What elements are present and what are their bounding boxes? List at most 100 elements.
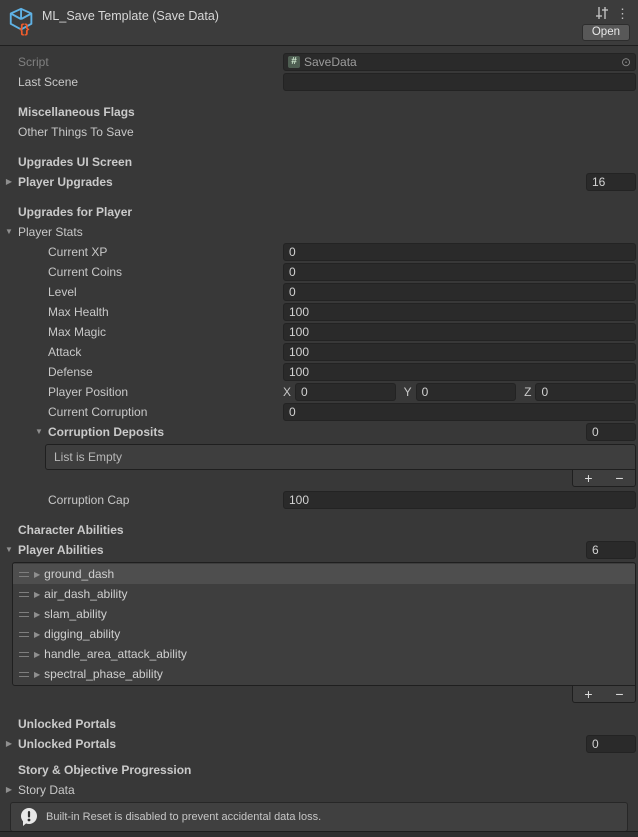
upgrades-for-player-header-row: Upgrades for Player [0,202,638,222]
last-scene-input[interactable] [283,73,636,91]
player-position-row: Player Position X Y Z [0,382,638,402]
level-label: Level [0,285,283,299]
unlocked-portals-header: Unlocked Portals [0,717,283,731]
position-y-input[interactable] [416,383,517,401]
list-item-slam[interactable]: ▶ slam_ability [13,604,635,624]
foldout-arrow-icon[interactable]: ▶ [34,650,40,659]
script-label: Script [0,55,283,69]
drag-handle-icon[interactable] [19,672,29,677]
presets-icon[interactable] [595,6,609,20]
unlocked-portals-header-row: Unlocked Portals [0,714,638,734]
max-health-input[interactable] [283,303,636,321]
current-xp-input[interactable] [283,243,636,261]
unlocked-portals-size-input[interactable] [586,735,636,753]
drag-handle-icon[interactable] [19,612,29,617]
max-magic-label: Max Magic [0,325,283,339]
upgrades-ui-header-row: Upgrades UI Screen [0,152,638,172]
attack-label: Attack [0,345,283,359]
character-abilities-header-row: Character Abilities [0,520,638,540]
list-item-spectral-phase[interactable]: ▶ spectral_phase_ability [13,664,635,684]
position-x-input[interactable] [295,383,396,401]
player-abilities-list: ▶ ground_dash ▶ air_dash_ability ▶ slam_… [12,562,636,686]
drag-handle-icon[interactable] [19,592,29,597]
current-corruption-label: Current Corruption [0,405,283,419]
max-magic-input[interactable] [283,323,636,341]
story-header-row: Story & Objective Progression [0,760,638,780]
player-abilities-foldout-row[interactable]: Player Abilities [0,540,638,560]
drag-handle-icon[interactable] [19,652,29,657]
ability-name: spectral_phase_ability [44,667,163,681]
csharp-script-icon: # [288,56,300,68]
object-picker-icon[interactable]: ⊙ [621,56,631,68]
foldout-arrow-icon[interactable] [3,546,15,554]
defense-row: Defense [0,362,638,382]
ability-name: slam_ability [44,607,107,621]
foldout-arrow-icon[interactable] [3,178,15,186]
foldout-arrow-icon[interactable]: ▶ [34,590,40,599]
misc-flags-header-row: Miscellaneous Flags [0,102,638,122]
player-position-label: Player Position [0,385,283,399]
list-item-handle-area-attack[interactable]: ▶ handle_area_attack_ability [13,644,635,664]
position-z-input[interactable] [535,383,636,401]
axis-x-label: X [283,385,295,399]
current-coins-input[interactable] [283,263,636,281]
asset-title: ML_Save Template (Save Data) [42,9,219,23]
list-empty-text: List is Empty [46,450,122,464]
corruption-deposits-row[interactable]: Corruption Deposits [0,422,638,442]
axis-z-label: Z [524,385,535,399]
drag-handle-icon[interactable] [19,632,29,637]
foldout-arrow-icon[interactable]: ▶ [34,570,40,579]
defense-input[interactable] [283,363,636,381]
level-input[interactable] [283,283,636,301]
upgrades-ui-header: Upgrades UI Screen [0,155,283,169]
corruption-cap-label: Corruption Cap [0,493,283,507]
foldout-arrow-icon[interactable] [3,228,15,236]
story-data-foldout-row[interactable]: Story Data [0,780,638,800]
player-abilities-size-input[interactable] [586,541,636,559]
unlocked-portals-foldout-row[interactable]: Unlocked Portals [0,734,638,754]
misc-flags-header: Miscellaneous Flags [0,105,283,119]
character-abilities-header: Character Abilities [0,523,283,537]
player-upgrades-row[interactable]: Player Upgrades [0,172,638,192]
foldout-arrow-icon[interactable]: ▶ [34,630,40,639]
open-button[interactable]: Open [582,24,630,41]
foldout-arrow-icon[interactable] [3,786,15,794]
helpbox: Built-in Reset is disabled to prevent ac… [10,802,628,832]
corruption-cap-input[interactable] [283,491,636,509]
list-remove-button[interactable]: − [607,471,633,485]
inspector-body: Script # SaveData ⊙ Last Scene Miscellan… [0,46,638,832]
foldout-arrow-icon[interactable] [33,428,45,436]
foldout-arrow-icon[interactable]: ▶ [34,670,40,679]
script-object-field[interactable]: # SaveData ⊙ [283,53,636,71]
list-item-digging[interactable]: ▶ digging_ability [13,624,635,644]
player-upgrades-size-input[interactable] [586,173,636,191]
current-coins-row: Current Coins [0,262,638,282]
ability-name: digging_ability [44,627,120,641]
list-remove-button[interactable]: − [607,687,633,701]
last-scene-row: Last Scene [0,72,638,92]
unlocked-portals-label: Unlocked Portals [0,737,283,751]
last-scene-label: Last Scene [0,75,283,89]
list-add-button[interactable]: + [576,687,602,701]
preview-divider[interactable] [0,831,638,837]
foldout-arrow-icon[interactable]: ▶ [34,610,40,619]
kebab-menu-icon[interactable]: ⋮ [616,7,629,20]
script-row: Script # SaveData ⊙ [0,52,638,72]
player-stats-foldout-row[interactable]: Player Stats [0,222,638,242]
drag-handle-icon[interactable] [19,572,29,577]
list-item-air-dash[interactable]: ▶ air_dash_ability [13,584,635,604]
other-things-label: Other Things To Save [0,125,283,139]
info-bubble-icon [19,807,39,827]
attack-row: Attack [0,342,638,362]
player-upgrades-label: Player Upgrades [0,175,283,189]
corruption-deposits-size-input[interactable] [586,423,636,441]
current-corruption-input[interactable] [283,403,636,421]
foldout-arrow-icon[interactable] [3,740,15,748]
ability-name: air_dash_ability [44,587,127,601]
attack-input[interactable] [283,343,636,361]
story-progression-header: Story & Objective Progression [0,763,283,777]
helpbox-text: Built-in Reset is disabled to prevent ac… [46,811,321,823]
list-add-button[interactable]: + [576,471,602,485]
current-coins-label: Current Coins [0,265,283,279]
list-item-ground-dash[interactable]: ▶ ground_dash [13,564,635,584]
